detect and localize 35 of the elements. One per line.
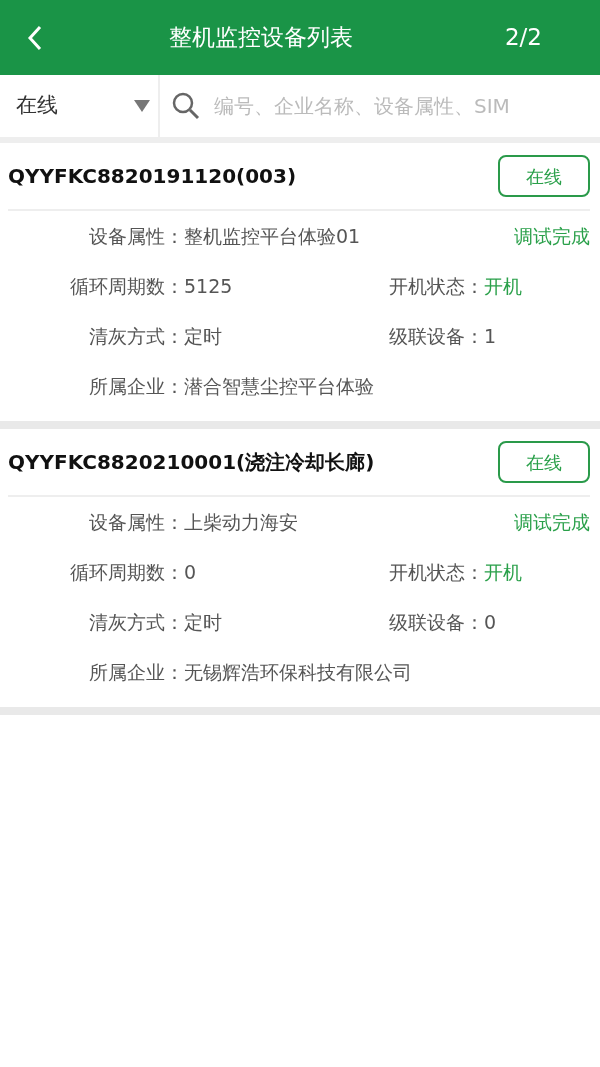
field-label: 循环周期数： bbox=[69, 273, 184, 299]
status-filter[interactable]: 在线 bbox=[0, 75, 160, 137]
field-value: 0 bbox=[484, 609, 498, 635]
device-name: QYYFKC8820210001(浇注冷却长廊) bbox=[8, 449, 375, 476]
page-counter: 2/2 bbox=[504, 23, 542, 53]
field-value: 定时 bbox=[184, 323, 223, 349]
page-title: 整机监控设备列表 bbox=[168, 23, 354, 53]
field-label: 设备属性： bbox=[88, 223, 184, 249]
field-label: 循环周期数： bbox=[69, 559, 184, 585]
field-value: 5125 bbox=[184, 273, 234, 299]
field-label: 清灰方式： bbox=[88, 609, 184, 635]
status-button[interactable]: 在线 bbox=[498, 155, 590, 197]
field-value: 潜合智慧尘控平台体验 bbox=[184, 373, 375, 399]
field-value: 0 bbox=[184, 559, 198, 585]
debug-status: 调试完成 bbox=[513, 509, 590, 535]
field-value: 整机监控平台体验01 bbox=[184, 223, 362, 249]
field-label: 开机状态： bbox=[388, 559, 484, 585]
field-value: 上柴动力海安 bbox=[184, 509, 299, 535]
field-value: 开机 bbox=[484, 559, 523, 585]
field-value: 开机 bbox=[484, 273, 523, 299]
debug-status: 调试完成 bbox=[513, 223, 590, 249]
field-label: 设备属性： bbox=[88, 509, 184, 535]
field-value: 定时 bbox=[184, 609, 223, 635]
field-label: 所属企业： bbox=[88, 659, 184, 685]
field-value: 1 bbox=[484, 323, 498, 349]
status-button[interactable]: 在线 bbox=[498, 441, 590, 483]
device-name: QYYFKC8820191120(003) bbox=[8, 163, 297, 190]
field-label: 所属企业： bbox=[88, 373, 184, 399]
search-icon bbox=[172, 92, 200, 120]
dropdown-icon bbox=[134, 100, 150, 112]
field-label: 清灰方式： bbox=[88, 323, 184, 349]
field-label: 级联设备： bbox=[388, 609, 484, 635]
field-label: 级联设备： bbox=[388, 323, 484, 349]
field-label: 开机状态： bbox=[388, 273, 484, 299]
field-value: 无锡辉浩环保科技有限公司 bbox=[184, 659, 413, 685]
